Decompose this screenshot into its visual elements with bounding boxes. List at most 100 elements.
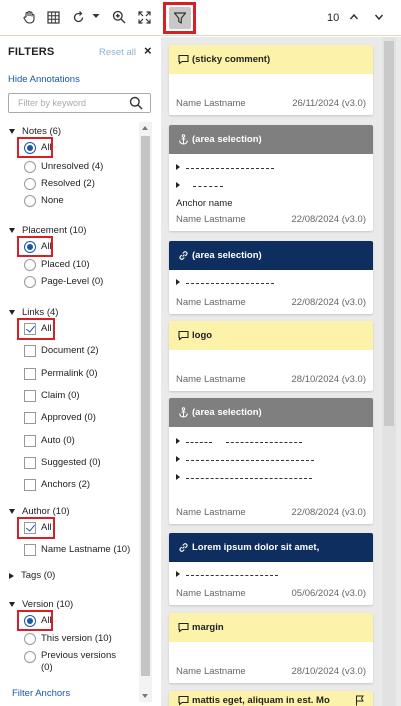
flag-icon[interactable] <box>355 695 365 706</box>
links-option-auto[interactable]: Auto (0) <box>24 435 75 449</box>
card-title: (area selection) <box>192 250 262 261</box>
checkbox[interactable] <box>24 345 36 357</box>
option-label-group: Previous versions (0) <box>41 650 116 674</box>
radio-button[interactable] <box>24 161 36 173</box>
expand-triangle-icon <box>9 572 14 579</box>
card-footer: Name Lastname 28/10/2024 (v3.0) <box>176 666 366 677</box>
filter-keyword-input[interactable] <box>18 98 128 108</box>
annotation-card[interactable]: Lorem ipsum dolor sit amet, Name Lastnam… <box>169 533 373 605</box>
radio-button[interactable] <box>24 195 36 207</box>
links-option-permalink[interactable]: Permalink (0) <box>24 368 98 382</box>
checkbox[interactable] <box>24 479 36 491</box>
checkbox[interactable] <box>24 412 36 424</box>
filter-button[interactable] <box>163 2 196 34</box>
collapse-triangle-icon <box>9 228 15 233</box>
links-option-anchors[interactable]: Anchors (2) <box>24 479 90 493</box>
rotate-icon[interactable] <box>69 8 87 26</box>
highlight-box <box>17 517 55 539</box>
placement-section-toggle[interactable]: Placement (10) <box>9 225 86 236</box>
radio-button[interactable] <box>24 259 36 271</box>
radio-button[interactable] <box>24 651 36 663</box>
card-date: 28/10/2024 (v3.0) <box>291 666 366 677</box>
search-icon[interactable] <box>129 96 143 110</box>
annotation-card[interactable]: (area selection) Name Lastname 22/08/202… <box>169 241 373 314</box>
option-label: Anchors (2) <box>41 479 91 490</box>
links-option-approved[interactable]: Approved (0) <box>24 412 96 426</box>
option-label: Approved (0) <box>41 412 96 423</box>
links-option-claim[interactable]: Claim (0) <box>24 390 80 404</box>
card-title: logo <box>192 330 213 341</box>
card-date: 05/06/2024 (v3.0) <box>291 588 366 599</box>
annotation-card[interactable]: logo Name Lastname 28/10/2024 (v3.0) <box>169 321 373 391</box>
placement-section-header: Placement (10) <box>22 225 87 236</box>
hand-icon[interactable] <box>20 8 38 26</box>
zoom-in-icon[interactable] <box>110 8 128 26</box>
chevron-down-icon[interactable] <box>370 8 388 26</box>
card-author: Name Lastname <box>176 214 246 225</box>
placement-option-placed[interactable]: Placed (10) <box>24 259 90 273</box>
radio-button[interactable] <box>24 633 36 645</box>
card-title: (area selection) <box>192 134 262 145</box>
checkbox[interactable] <box>24 544 36 556</box>
card-header: (area selection) <box>169 125 373 154</box>
chevron-up-icon[interactable] <box>345 8 363 26</box>
links-option-document[interactable]: Document (2) <box>24 345 99 359</box>
annotation-card[interactable]: (area selection) Name Lastname 22/08/202… <box>169 398 373 524</box>
version-option-previous[interactable]: Previous versions (0) <box>24 650 116 679</box>
redacted-text <box>186 168 274 169</box>
placement-option-page-level[interactable]: Page-Level (0) <box>24 276 103 290</box>
expand-arrow-icon <box>176 474 180 480</box>
scroll-down-icon[interactable] <box>142 694 148 698</box>
card-header: Lorem ipsum dolor sit amet, <box>169 533 373 562</box>
version-option-this-version[interactable]: This version (10) <box>24 633 112 647</box>
notes-option-none[interactable]: None <box>24 195 64 209</box>
checkbox[interactable] <box>24 390 36 402</box>
card-author: Name Lastname <box>176 507 246 518</box>
card-title: Lorem ipsum dolor sit amet, <box>192 542 320 553</box>
radio-button[interactable] <box>24 276 36 288</box>
reset-all-link[interactable]: Reset all <box>99 47 136 58</box>
annotation-card[interactable]: mattis eget, aliquam in est. Mo <box>169 691 373 706</box>
checkbox[interactable] <box>24 457 36 469</box>
body-line <box>176 565 278 583</box>
links-option-suggested[interactable]: Suggested (0) <box>24 457 101 471</box>
annotation-card[interactable]: (sticky comment) Name Lastname 26/11/202… <box>169 45 373 115</box>
grid-icon[interactable] <box>44 8 62 26</box>
card-author: Name Lastname <box>176 588 246 599</box>
card-header: mattis eget, aliquam in est. Mo <box>169 691 373 706</box>
filters-panel: FILTERS Reset all × Hide Annotations Not… <box>0 37 160 706</box>
notes-option-unresolved[interactable]: Unresolved (4) <box>24 161 103 175</box>
checkbox[interactable] <box>24 435 36 447</box>
expand-arrow-icon <box>176 279 180 285</box>
link-icon <box>177 250 189 261</box>
collapse-triangle-icon <box>9 509 15 514</box>
notes-section-toggle[interactable]: Notes (6) <box>9 126 61 137</box>
collapse-triangle-icon <box>9 310 15 315</box>
version-section-toggle[interactable]: Version (10) <box>9 599 73 610</box>
radio-button[interactable] <box>24 178 36 190</box>
fit-icon[interactable] <box>135 8 153 26</box>
author-section-toggle[interactable]: Author (10) <box>9 506 70 517</box>
notes-option-resolved[interactable]: Resolved (2) <box>24 178 95 192</box>
option-label: None <box>41 195 64 206</box>
scroll-up-icon[interactable] <box>142 126 148 130</box>
filters-scrollbar[interactable] <box>139 122 152 702</box>
close-icon[interactable]: × <box>144 43 152 58</box>
checkbox[interactable] <box>24 368 36 380</box>
scrollbar-thumb[interactable] <box>384 41 394 426</box>
annotation-count: 10 <box>327 12 340 24</box>
option-label: Page-Level (0) <box>41 276 104 287</box>
redacted-text <box>186 478 312 479</box>
hide-annotations-link[interactable]: Hide Annotations <box>8 74 80 85</box>
highlight-box <box>17 318 55 340</box>
annotation-card[interactable]: (area selection) Anchor name Name Lastna… <box>169 125 373 231</box>
annotation-card[interactable]: margin Name Lastname 28/10/2024 (v3.0) <box>169 613 373 683</box>
chevron-down-icon[interactable] <box>92 12 100 20</box>
author-option-name-lastname[interactable]: Name Lastname (10) <box>24 544 130 558</box>
anchor-icon <box>177 407 189 418</box>
filter-anchors-link[interactable]: Filter Anchors <box>12 688 70 699</box>
scrollbar-thumb[interactable] <box>141 136 150 676</box>
links-section-toggle[interactable]: Links (4) <box>9 307 58 318</box>
tags-section-toggle[interactable]: Tags (0) <box>9 570 55 581</box>
list-scrollbar[interactable] <box>382 37 396 706</box>
